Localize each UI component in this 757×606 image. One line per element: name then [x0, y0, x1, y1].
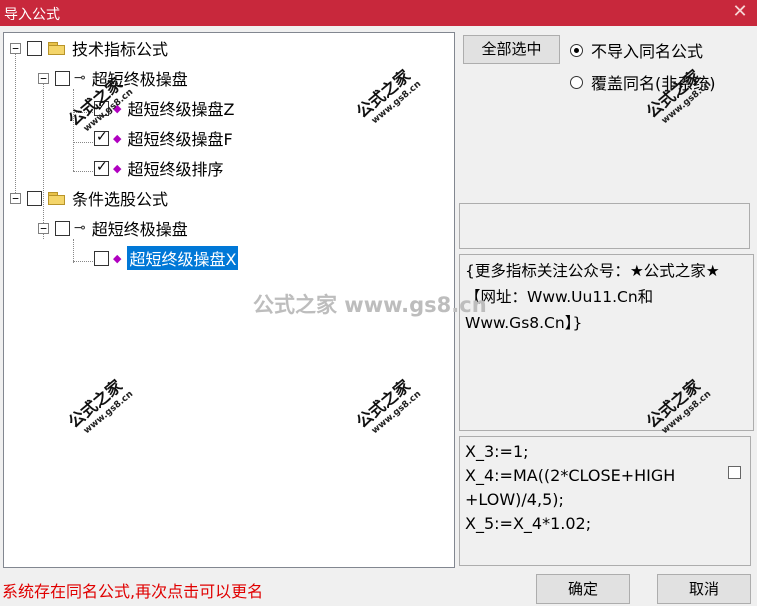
- key-icon: ⊸: [74, 220, 86, 236]
- code-line: X_3:=1;: [465, 442, 529, 461]
- formula-gem-icon: ◆: [113, 131, 122, 145]
- tree-item-formula[interactable]: − ⊸ 超短终极操盘: [38, 215, 188, 241]
- select-all-button[interactable]: 全部选中: [463, 35, 560, 64]
- collapse-toggle[interactable]: −: [10, 192, 21, 204]
- leaf-label: 超短终级排序: [127, 160, 224, 179]
- leaf-label: 超短终级操盘F: [127, 130, 233, 149]
- item-label: 超短终极操盘: [91, 70, 188, 89]
- description-text: {更多指标关注公众号：★公式之家★ 【网址：Www.Uu11.Cn和Www.Gs…: [465, 262, 720, 332]
- radio-no-import[interactable]: 不导入同名公式: [570, 38, 703, 62]
- radio-label: 不导入同名公式: [591, 42, 704, 61]
- empty-info-box: [459, 203, 750, 249]
- folder-icon: [48, 191, 66, 205]
- code-line: +LOW)/4,5);: [465, 490, 564, 509]
- leaf-checkbox[interactable]: [94, 99, 109, 116]
- leaf-checkbox[interactable]: [94, 159, 109, 176]
- item-checkbox[interactable]: [55, 220, 70, 236]
- key-icon: ⊸: [74, 70, 86, 86]
- tree-group-technical[interactable]: − 技术指标公式: [10, 35, 168, 61]
- tree-item-formula[interactable]: − ⊸ 超短终极操盘: [38, 65, 188, 91]
- tree-leaf[interactable]: ◆ 超短终级操盘F: [88, 125, 233, 151]
- leaf-label: 超短终级操盘X: [127, 246, 239, 270]
- tree-leaf[interactable]: ◆ 超短终级排序: [88, 155, 223, 181]
- group-label: 条件选股公式: [72, 190, 169, 209]
- tree-leaf[interactable]: ◆ 超短终级操盘Z: [88, 95, 234, 121]
- code-checkbox[interactable]: [728, 466, 741, 479]
- folder-icon: [48, 41, 66, 55]
- leaf-label: 超短终级操盘Z: [127, 100, 235, 119]
- code-line: X_4:=MA((2*CLOSE+HIGH: [465, 466, 676, 485]
- ok-button[interactable]: 确定: [536, 574, 630, 604]
- leaf-checkbox[interactable]: [94, 250, 109, 266]
- radio-overwrite[interactable]: 覆盖同名(非系统): [570, 70, 716, 94]
- collapse-toggle[interactable]: −: [38, 222, 49, 234]
- collapse-toggle[interactable]: −: [38, 72, 49, 84]
- formula-gem-icon: ◆: [113, 251, 122, 265]
- radio-dot[interactable]: [570, 75, 583, 89]
- code-text: X_3:=1; X_4:=MA((2*CLOSE+HIGH +LOW)/4,5)…: [465, 440, 710, 536]
- status-message: 系统存在同名公式,再次点击可以更名: [2, 582, 264, 601]
- title-bar: 导入公式 ✕: [0, 0, 757, 26]
- group-checkbox[interactable]: [27, 40, 42, 56]
- close-icon[interactable]: ✕: [729, 1, 751, 23]
- formula-gem-icon: ◆: [113, 161, 122, 175]
- leaf-checkbox[interactable]: [94, 129, 109, 146]
- radio-dot[interactable]: [570, 43, 583, 57]
- cancel-button[interactable]: 取消: [657, 574, 751, 604]
- formula-tree[interactable]: − 技术指标公式 − ⊸ 超短终极操盘 ◆ 超短终级操盘Z ◆ 超短终级操盘F …: [3, 32, 455, 568]
- code-line: X_5:=X_4*1.02;: [465, 514, 592, 533]
- radio-label: 覆盖同名(非系统): [591, 74, 716, 93]
- tree-leaf-selected[interactable]: ◆ 超短终级操盘X: [88, 245, 239, 271]
- formula-gem-icon: ◆: [113, 101, 122, 115]
- tree-group-screening[interactable]: − 条件选股公式: [10, 185, 168, 211]
- group-label: 技术指标公式: [72, 40, 169, 59]
- item-checkbox[interactable]: [55, 70, 70, 86]
- item-label: 超短终极操盘: [91, 220, 188, 239]
- collapse-toggle[interactable]: −: [10, 42, 21, 54]
- group-checkbox[interactable]: [27, 190, 42, 206]
- window-title: 导入公式: [4, 7, 60, 23]
